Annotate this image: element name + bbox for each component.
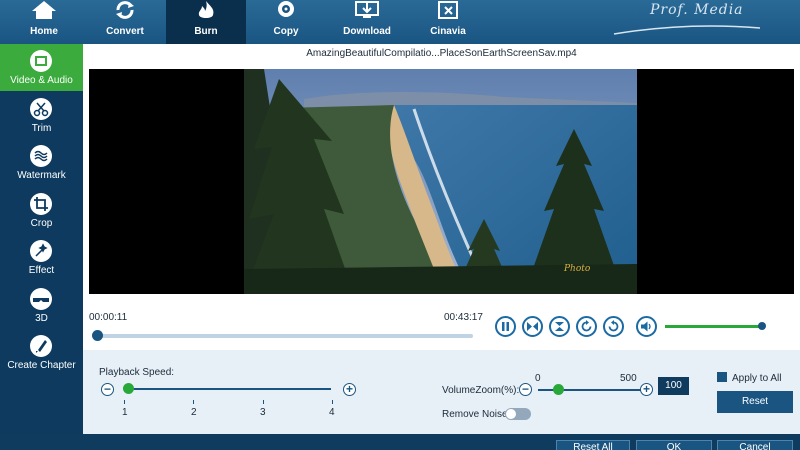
speed-tick-label: 3 xyxy=(260,407,266,418)
sidebar-item-trim[interactable]: Trim xyxy=(0,92,83,139)
speed-tick xyxy=(193,400,194,404)
pause-icon xyxy=(502,322,509,331)
tab-convert-label: Convert xyxy=(106,26,144,37)
playback-speed-slider[interactable] xyxy=(127,388,331,390)
volume-zoom-handle[interactable] xyxy=(553,384,564,395)
reset-button[interactable]: Reset xyxy=(717,391,793,413)
file-name: AmazingBeautifulCompilatio...PlaceSonEar… xyxy=(306,48,577,59)
flip-button[interactable] xyxy=(549,316,570,337)
top-toolbar: Home Convert Burn Copy Download Cinavia … xyxy=(0,0,800,44)
progress-handle[interactable] xyxy=(92,330,103,341)
tab-home-label: Home xyxy=(30,26,58,37)
speed-tick-label: 4 xyxy=(329,407,335,418)
flip-icon xyxy=(555,322,564,331)
download-monitor-icon xyxy=(355,1,379,18)
tab-convert[interactable]: Convert xyxy=(85,0,165,44)
cinavia-icon xyxy=(438,1,458,19)
sidebar-item-create-chapter[interactable]: Create Chapter xyxy=(0,329,83,376)
volume-slider[interactable] xyxy=(665,325,762,328)
video-frame: Photo xyxy=(244,69,637,294)
video-player[interactable]: Photo xyxy=(89,69,794,294)
sidebar-item-label: Watermark xyxy=(17,170,66,181)
remove-noise-label: Remove Noise: xyxy=(442,409,511,420)
main-panel: AmazingBeautifulCompilatio...PlaceSonEar… xyxy=(83,44,800,434)
tab-copy[interactable]: Copy xyxy=(246,0,326,44)
sidebar-item-video-audio[interactable]: Video & Audio xyxy=(0,44,83,91)
rotate-left-icon xyxy=(608,320,619,332)
scissors-icon xyxy=(30,98,52,120)
tab-copy-label: Copy xyxy=(273,26,299,37)
brand-logo: Prof. Media xyxy=(650,2,744,18)
tab-cinavia-label: Cinavia xyxy=(430,26,466,37)
apply-to-all-label: Apply to All xyxy=(732,373,782,384)
reset-all-button[interactable]: Reset All xyxy=(556,440,630,450)
speed-tick-label: 1 xyxy=(122,407,128,418)
zoom-increase-button[interactable]: + xyxy=(640,383,653,396)
zoom-decrease-button[interactable]: − xyxy=(519,383,532,396)
volume-handle[interactable] xyxy=(758,322,766,330)
rotate-right-button[interactable] xyxy=(576,316,597,337)
speed-decrease-button[interactable]: − xyxy=(101,383,114,396)
sidebar-item-label: 3D xyxy=(35,313,48,324)
zoom-max-label: 500 xyxy=(620,373,637,384)
effect-icon xyxy=(30,240,52,262)
chapter-icon xyxy=(30,335,52,357)
ok-button[interactable]: OK xyxy=(636,440,712,450)
convert-icon xyxy=(116,1,134,19)
crop-icon xyxy=(30,193,52,215)
svg-text:Photo: Photo xyxy=(563,264,591,274)
brand-swoosh-icon xyxy=(613,25,761,35)
speed-increase-button[interactable]: + xyxy=(343,383,356,396)
watermark-icon xyxy=(30,145,52,167)
zoom-min-label: 0 xyxy=(535,373,541,384)
home-icon xyxy=(32,1,56,19)
pause-button[interactable] xyxy=(495,316,516,337)
sidebar-item-label: Trim xyxy=(31,123,52,134)
progress-bar[interactable] xyxy=(97,334,473,338)
tab-home[interactable]: Home xyxy=(4,0,84,44)
sidebar-item-3d[interactable]: 3D xyxy=(0,282,83,329)
remove-noise-toggle[interactable] xyxy=(505,408,531,420)
playback-speed-handle[interactable] xyxy=(123,383,134,394)
sidebar: Video & Audio Trim Watermark Crop Effect… xyxy=(0,44,83,450)
tab-burn-label: Burn xyxy=(194,26,218,37)
step-button[interactable] xyxy=(522,316,543,337)
apply-to-all-checkbox[interactable] xyxy=(717,372,727,382)
volume-zoom-label: VolumeZoom(%): xyxy=(442,385,520,396)
volume-button[interactable] xyxy=(636,316,657,337)
sidebar-item-crop[interactable]: Crop xyxy=(0,187,83,234)
speaker-icon xyxy=(641,321,651,332)
speed-tick xyxy=(263,400,264,404)
sidebar-item-effect[interactable]: Effect xyxy=(0,234,83,281)
3d-glasses-icon xyxy=(30,288,52,310)
cancel-button[interactable]: Cancel xyxy=(717,440,793,450)
volume-zoom-value[interactable]: 100 xyxy=(658,377,689,395)
sidebar-item-label: Video & Audio xyxy=(10,75,73,86)
sidebar-item-watermark[interactable]: Watermark xyxy=(0,139,83,186)
speed-tick xyxy=(124,400,125,404)
sidebar-item-label: Crop xyxy=(30,218,53,229)
sidebar-item-label: Create Chapter xyxy=(7,360,76,371)
step-icon xyxy=(527,322,538,331)
tab-burn[interactable]: Burn xyxy=(166,0,246,44)
total-time: 00:43:17 xyxy=(444,312,483,323)
rotate-right-icon xyxy=(581,320,592,332)
tab-cinavia[interactable]: Cinavia xyxy=(408,0,488,44)
flame-icon xyxy=(198,1,214,18)
sidebar-item-label: Effect xyxy=(28,265,55,276)
playback-speed-label: Playback Speed: xyxy=(99,367,175,378)
tab-download[interactable]: Download xyxy=(327,0,407,44)
rotate-left-button[interactable] xyxy=(603,316,624,337)
speed-tick-label: 2 xyxy=(191,407,197,418)
toggle-knob xyxy=(506,409,516,419)
speed-tick xyxy=(332,400,333,404)
disc-icon xyxy=(278,1,294,17)
current-time: 00:00:11 xyxy=(89,312,128,323)
tab-download-label: Download xyxy=(343,26,391,37)
film-icon xyxy=(30,50,52,72)
